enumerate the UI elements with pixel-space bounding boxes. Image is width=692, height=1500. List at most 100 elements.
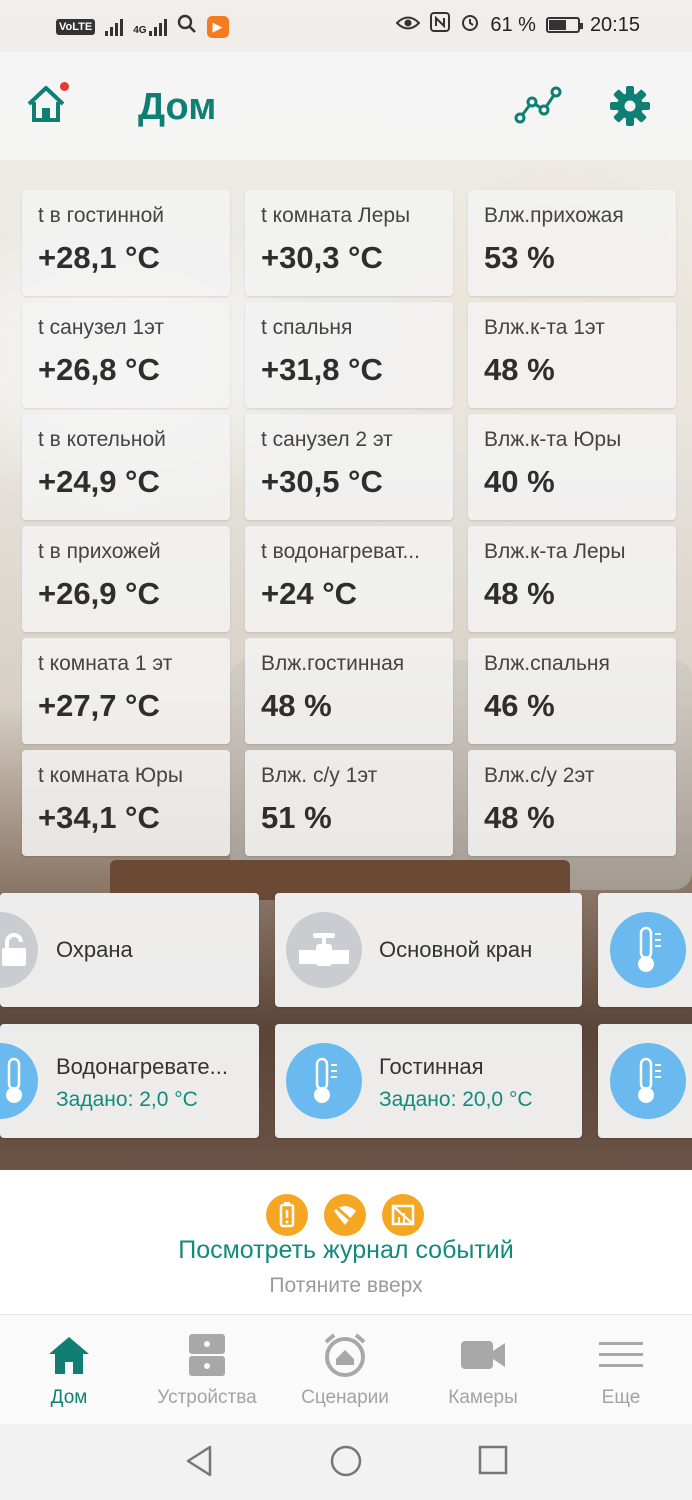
sensor-tile[interactable]: t в котельной +24,9 °C <box>22 414 230 520</box>
sensor-tile[interactable]: t спальня +31,8 °C <box>245 302 453 408</box>
scenario-alarm-icon <box>321 1331 369 1379</box>
sensor-tile[interactable]: Влж.прихожая 53 % <box>468 190 676 296</box>
signal-4g-icon: 4G <box>133 18 167 36</box>
battery-text: 61 % <box>490 13 536 36</box>
nav-label: Устройства <box>157 1387 257 1408</box>
page-title: Дом <box>138 86 217 128</box>
device-title: Основной кран <box>379 937 533 962</box>
nav-cameras[interactable]: Камеры <box>414 1315 552 1425</box>
graph-icon <box>514 86 562 124</box>
sensor-label: t в котельной <box>38 428 166 451</box>
sensor-tile[interactable]: t санузел 2 эт +30,5 °C <box>245 414 453 520</box>
device-title: Охрана <box>56 937 133 962</box>
signal-icon <box>105 18 124 36</box>
graph-button[interactable] <box>514 82 562 130</box>
sensor-value: 48 % <box>261 688 332 723</box>
security-card[interactable]: Охрана <box>0 893 259 1007</box>
search-icon <box>177 14 197 40</box>
sensor-tile[interactable]: Влж. с/у 1эт 51 % <box>245 750 453 856</box>
settings-button[interactable] <box>606 82 654 130</box>
thermometer-icon <box>0 1043 38 1119</box>
sensor-tile[interactable]: Влж.спальня 46 % <box>468 638 676 744</box>
sensor-value: +26,9 °C <box>38 576 160 611</box>
water-heater-card[interactable]: Водонагревате... Задано: 2,0 °C <box>0 1024 259 1138</box>
thermometer-icon <box>610 912 686 988</box>
sensor-label: Влж.прихожая <box>484 204 624 227</box>
sensor-label: Влж.с/у 2эт <box>484 764 595 787</box>
sensor-tile[interactable]: Влж.к-та Юры 40 % <box>468 414 676 520</box>
event-log-panel[interactable]: Посмотреть журнал событий Потяните вверх <box>0 1170 692 1314</box>
sensor-label: t санузел 2 эт <box>261 428 393 451</box>
thermometer-icon <box>610 1043 686 1119</box>
sensor-label: t комната Юры <box>38 764 183 787</box>
sensor-label: Влж.гостинная <box>261 652 405 675</box>
battery-icon <box>545 17 583 33</box>
home-icon <box>45 1331 93 1379</box>
sensor-value: +34,1 °C <box>38 800 160 835</box>
sensor-tile[interactable]: t комната Леры +30,3 °C <box>245 190 453 296</box>
sensor-tile[interactable]: t санузел 1эт +26,8 °C <box>22 302 230 408</box>
device-title: Водонагревате... <box>56 1054 228 1079</box>
nav-label: Дом <box>50 1387 88 1408</box>
sensor-tile[interactable]: Влж.к-та Леры 48 % <box>468 526 676 632</box>
sensor-tile[interactable]: t комната 1 эт +27,7 °C <box>22 638 230 744</box>
sensor-value: +30,5 °C <box>261 464 383 499</box>
sensor-value: 46 % <box>484 688 555 723</box>
network-type: 4G <box>133 25 147 36</box>
sensor-value: +24 °C <box>261 576 357 611</box>
sensor-value: +28,1 °C <box>38 240 160 275</box>
play-icon: ▶ <box>206 16 229 38</box>
event-icons <box>266 1194 424 1236</box>
menu-icon <box>597 1331 645 1379</box>
device-title: Гостинная <box>379 1054 484 1079</box>
battery-warning-icon <box>266 1194 308 1236</box>
main-valve-card[interactable]: Основной кран <box>275 893 582 1007</box>
alarm-icon <box>460 12 480 38</box>
sensor-value: 48 % <box>484 576 555 611</box>
event-log-link[interactable]: Посмотреть журнал событий <box>0 1236 692 1265</box>
sensor-tile[interactable]: t водонагреват... +24 °C <box>245 526 453 632</box>
sensor-value: +26,8 °C <box>38 352 160 387</box>
nav-scenarios[interactable]: Сценарии <box>276 1315 414 1425</box>
nav-label: Камеры <box>448 1387 518 1408</box>
volte-icon: VoLTE <box>56 19 96 35</box>
sensor-label: Влж.к-та Юры <box>484 428 622 451</box>
sensor-value: 48 % <box>484 800 555 835</box>
sensor-tile[interactable]: t в гостинной +28,1 °C <box>22 190 230 296</box>
nav-home[interactable]: Дом <box>0 1315 138 1425</box>
nav-label: Еще <box>601 1387 641 1408</box>
home-circle-icon[interactable] <box>329 1444 363 1478</box>
device-setpoint: Задано: 2,0 °C <box>56 1088 198 1111</box>
thermostat-card-partial[interactable] <box>598 1024 692 1138</box>
eye-icon <box>395 14 421 37</box>
thermostat-card-partial[interactable] <box>598 893 692 1007</box>
lock-icon <box>0 912 38 988</box>
sensor-label: t комната Леры <box>261 204 411 227</box>
nav-devices[interactable]: Устройства <box>138 1315 276 1425</box>
gear-icon <box>610 86 650 126</box>
nav-label: Сценарии <box>301 1387 389 1408</box>
sensor-tile[interactable]: Влж.гостинная 48 % <box>245 638 453 744</box>
living-room-card[interactable]: Гостинная Задано: 20,0 °C <box>275 1024 582 1138</box>
sensor-tile[interactable]: Влж.с/у 2эт 48 % <box>468 750 676 856</box>
sensor-tile[interactable]: t в прихожей +26,9 °C <box>22 526 230 632</box>
signal-off-icon <box>382 1194 424 1236</box>
sensor-value: +30,3 °C <box>261 240 383 275</box>
notification-dot <box>60 82 69 91</box>
bottom-navigation: Дом Устройства Сценарии Камеры Еще <box>0 1314 692 1425</box>
sensor-tile[interactable]: Влж.к-та 1эт 48 % <box>468 302 676 408</box>
sensor-value: 51 % <box>261 800 332 835</box>
thermometer-icon <box>286 1043 362 1119</box>
sensor-grid: t в гостинной +28,1 °C t комната Леры +30,… <box>22 190 678 856</box>
clock: 20:15 <box>589 13 640 36</box>
status-bar: VoLTE 4G ▶ 61 % 20:15 <box>0 0 692 52</box>
back-icon[interactable] <box>184 1444 214 1478</box>
sensor-value: 48 % <box>484 352 555 387</box>
recents-icon[interactable] <box>478 1445 508 1475</box>
sensor-label: t водонагреват... <box>261 540 420 563</box>
sensor-label: t комната 1 эт <box>38 652 173 675</box>
sensor-label: t санузел 1эт <box>38 316 164 339</box>
system-navigation-bar <box>0 1424 692 1500</box>
sensor-tile[interactable]: t комната Юры +34,1 °C <box>22 750 230 856</box>
nav-more[interactable]: Еще <box>552 1315 690 1425</box>
